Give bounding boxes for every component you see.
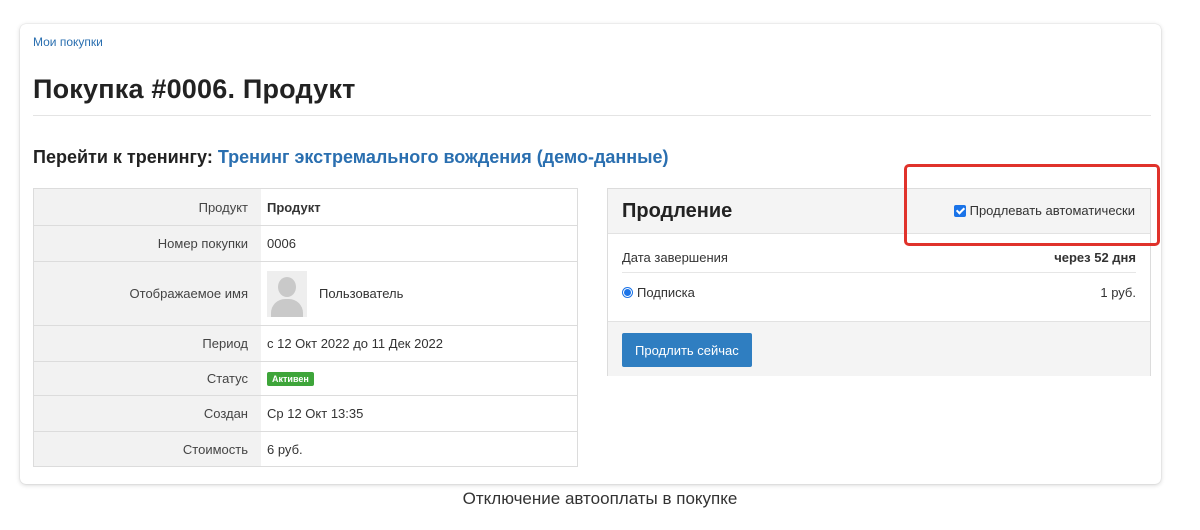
plan-label: Подписка xyxy=(637,284,695,300)
number-label: Номер покупки xyxy=(34,226,261,261)
table-row: Отображаемое имя Пользователь xyxy=(34,261,577,325)
breadcrumb-my-purchases[interactable]: Мои покупки xyxy=(33,35,103,49)
table-row: Создан Ср 12 Окт 13:35 xyxy=(34,395,577,431)
table-row: Продукт Продукт xyxy=(34,189,577,225)
avatar xyxy=(267,270,307,317)
checkbox-checked-icon[interactable] xyxy=(953,204,966,217)
auto-renew-checkbox[interactable]: Продлевать автоматически xyxy=(953,203,1135,218)
renewal-panel: Продление Продлевать автоматически Дата … xyxy=(607,188,1151,376)
page-title: Покупка #0006. Продукт xyxy=(33,74,356,104)
status-label: Статус xyxy=(34,362,261,395)
table-row: Стоимость 6 руб. xyxy=(34,431,577,466)
renewal-header: Продление Продлевать автоматически xyxy=(608,189,1150,234)
cost-label: Стоимость xyxy=(34,432,261,466)
plan-row: Подписка 1 руб. xyxy=(622,277,1136,307)
training-label: Перейти к тренингу: xyxy=(33,147,213,167)
renewal-footer: Продлить сейчас xyxy=(608,321,1150,376)
created-label: Создан xyxy=(34,396,261,431)
end-date-row: Дата завершения через 52 дня xyxy=(622,243,1136,273)
radio-selected-icon[interactable] xyxy=(622,286,633,298)
renewal-title: Продление xyxy=(622,200,733,222)
table-row: Номер покупки 0006 xyxy=(34,225,577,261)
period-label: Период xyxy=(34,326,261,361)
user-name: Пользователь xyxy=(319,286,404,301)
purchase-details-table: Продукт Продукт Номер покупки 0006 Отобр… xyxy=(33,188,578,467)
status-value: Активен xyxy=(261,362,577,395)
table-row: Период с 12 Окт 2022 до 11 Дек 2022 xyxy=(34,325,577,361)
status-badge: Активен xyxy=(267,371,314,386)
table-row: Статус Активен xyxy=(34,361,577,395)
product-value: Продукт xyxy=(267,199,321,215)
end-date-label: Дата завершения xyxy=(622,250,728,265)
renew-now-button[interactable]: Продлить сейчас xyxy=(622,333,752,367)
product-label: Продукт xyxy=(34,189,261,225)
display-name-label: Отображаемое имя xyxy=(34,262,261,325)
end-date-value: через 52 дня xyxy=(1054,250,1136,265)
plan-option[interactable]: Подписка xyxy=(622,285,695,300)
plan-price: 1 руб. xyxy=(1100,284,1136,300)
auto-renew-label: Продлевать автоматически xyxy=(969,203,1135,218)
caption: Отключение автооплаты в покупке xyxy=(462,489,738,508)
title-divider xyxy=(33,115,1151,116)
display-name-value: Пользователь xyxy=(261,262,577,325)
created-value: Ср 12 Окт 13:35 xyxy=(267,406,364,421)
cost-value: 6 руб. xyxy=(267,441,303,457)
training-link-line: Перейти к тренингу: Тренинг экстремально… xyxy=(33,147,669,168)
period-value: с 12 Окт 2022 до 11 Дек 2022 xyxy=(267,336,444,351)
training-link[interactable]: Тренинг экстремального вождения (демо-да… xyxy=(218,147,669,167)
number-value: 0006 xyxy=(267,236,296,251)
